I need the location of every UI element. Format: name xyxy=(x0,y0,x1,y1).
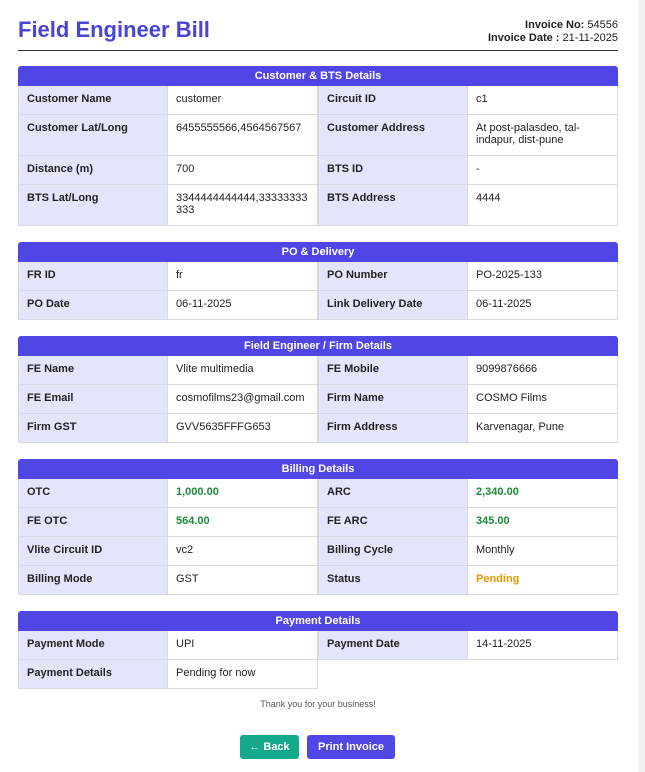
field-label: PO Date xyxy=(18,291,168,320)
print-invoice-button[interactable]: Print Invoice xyxy=(307,735,395,759)
details-grid: FE Name Vlite multimedia FE Mobile 90998… xyxy=(18,356,618,443)
field-value: At post-palasdeo, tal-indapur, dist-pune xyxy=(468,115,618,156)
field-label: Link Delivery Date xyxy=(318,291,468,320)
invoice-header: Field Engineer Bill Invoice No: 54556 In… xyxy=(18,0,618,51)
field-label: BTS Lat/Long xyxy=(18,185,168,226)
field-label: FE Email xyxy=(18,385,168,414)
field-value: 06-11-2025 xyxy=(468,291,618,320)
po-delivery-section: PO & Delivery FR ID fr PO Number PO-2025… xyxy=(18,242,618,320)
field-label: Customer Lat/Long xyxy=(18,115,168,156)
scrollbar[interactable] xyxy=(639,0,645,772)
field-value: cosmofilms23@gmail.com xyxy=(168,385,318,414)
thank-you-note: Thank you for your business! xyxy=(260,699,376,709)
status-badge: Pending xyxy=(468,566,618,595)
field-label: Payment Mode xyxy=(18,631,168,660)
field-label: FE Mobile xyxy=(318,356,468,385)
page-title: Field Engineer Bill xyxy=(18,17,210,42)
field-value: COSMO Films xyxy=(468,385,618,414)
section-title: PO & Delivery xyxy=(18,242,618,262)
field-value: fr xyxy=(168,262,318,291)
field-value: PO-2025-133 xyxy=(468,262,618,291)
field-value: Vlite multimedia xyxy=(168,356,318,385)
field-label: BTS Address xyxy=(318,185,468,226)
details-grid: FR ID fr PO Number PO-2025-133 PO Date 0… xyxy=(18,262,618,320)
field-value: Monthly xyxy=(468,537,618,566)
field-value: Pending for now xyxy=(168,660,318,689)
field-value: 9099876666 xyxy=(468,356,618,385)
field-label: FE ARC xyxy=(318,508,468,537)
payment-section: Payment Details Payment Mode UPI Payment… xyxy=(18,611,618,689)
field-value: 6455555566,4564567567 xyxy=(168,115,318,156)
field-label: Billing Cycle xyxy=(318,537,468,566)
section-title: Payment Details xyxy=(18,611,618,631)
field-label: Customer Address xyxy=(318,115,468,156)
field-value: vc2 xyxy=(168,537,318,566)
field-value: 3344444444444,33333333333 xyxy=(168,185,318,226)
field-label: BTS ID xyxy=(318,156,468,185)
field-label: Status xyxy=(318,566,468,595)
billing-section: Billing Details OTC 1,000.00 ARC 2,340.0… xyxy=(18,459,618,595)
details-grid: Customer Name customer Circuit ID c1 Cus… xyxy=(18,86,618,226)
field-value: 14-11-2025 xyxy=(468,631,618,660)
field-value: 700 xyxy=(168,156,318,185)
invoice-date-label: Invoice Date : xyxy=(487,32,560,44)
field-label: Firm Address xyxy=(318,414,468,443)
details-grid: Payment Mode UPI Payment Date 14-11-2025… xyxy=(18,631,618,689)
details-grid: OTC 1,000.00 ARC 2,340.00 FE OTC 564.00 … xyxy=(18,479,618,595)
field-label: Vlite Circuit ID xyxy=(18,537,168,566)
section-title: Field Engineer / Firm Details xyxy=(18,336,618,356)
invoice-no-label: Invoice No: xyxy=(525,19,585,31)
field-value: 4444 xyxy=(468,185,618,226)
field-value: Karvenagar, Pune xyxy=(468,414,618,443)
fe-firm-section: Field Engineer / Firm Details FE Name Vl… xyxy=(18,336,618,443)
field-label: Customer Name xyxy=(18,86,168,115)
section-title: Billing Details xyxy=(18,459,618,479)
field-value: c1 xyxy=(468,86,618,115)
field-value: GVV5635FFFG653 xyxy=(168,414,318,443)
invoice-no-value: 54556 xyxy=(587,19,618,31)
field-value: GST xyxy=(168,566,318,595)
invoice-page: Field Engineer Bill Invoice No: 54556 In… xyxy=(18,0,618,759)
field-value: UPI xyxy=(168,631,318,660)
field-label: ARC xyxy=(318,479,468,508)
field-label: PO Number xyxy=(318,262,468,291)
field-label: Billing Mode xyxy=(18,566,168,595)
invoice-date-value: 21-11-2025 xyxy=(562,32,618,44)
field-label: Firm Name xyxy=(318,385,468,414)
field-label: FE Name xyxy=(18,356,168,385)
field-label: Payment Date xyxy=(318,631,468,660)
field-label: Distance (m) xyxy=(18,156,168,185)
fe-arc-amount: 345.00 xyxy=(468,508,618,537)
arc-amount: 2,340.00 xyxy=(468,479,618,508)
field-value: 06-11-2025 xyxy=(168,291,318,320)
section-title: Customer & BTS Details xyxy=(18,66,618,86)
field-label: Payment Details xyxy=(18,660,168,689)
field-value: - xyxy=(468,156,618,185)
field-label: FR ID xyxy=(18,262,168,291)
fe-otc-amount: 564.00 xyxy=(168,508,318,537)
otc-amount: 1,000.00 xyxy=(168,479,318,508)
customer-bts-section: Customer & BTS Details Customer Name cus… xyxy=(18,66,618,226)
field-label: Firm GST xyxy=(18,414,168,443)
field-label: FE OTC xyxy=(18,508,168,537)
field-value: customer xyxy=(168,86,318,115)
invoice-meta: Invoice No: 54556 Invoice Date : 21-11-2… xyxy=(488,19,618,45)
field-label: Circuit ID xyxy=(318,86,468,115)
back-button[interactable]: ← Back xyxy=(240,735,299,759)
field-label: OTC xyxy=(18,479,168,508)
